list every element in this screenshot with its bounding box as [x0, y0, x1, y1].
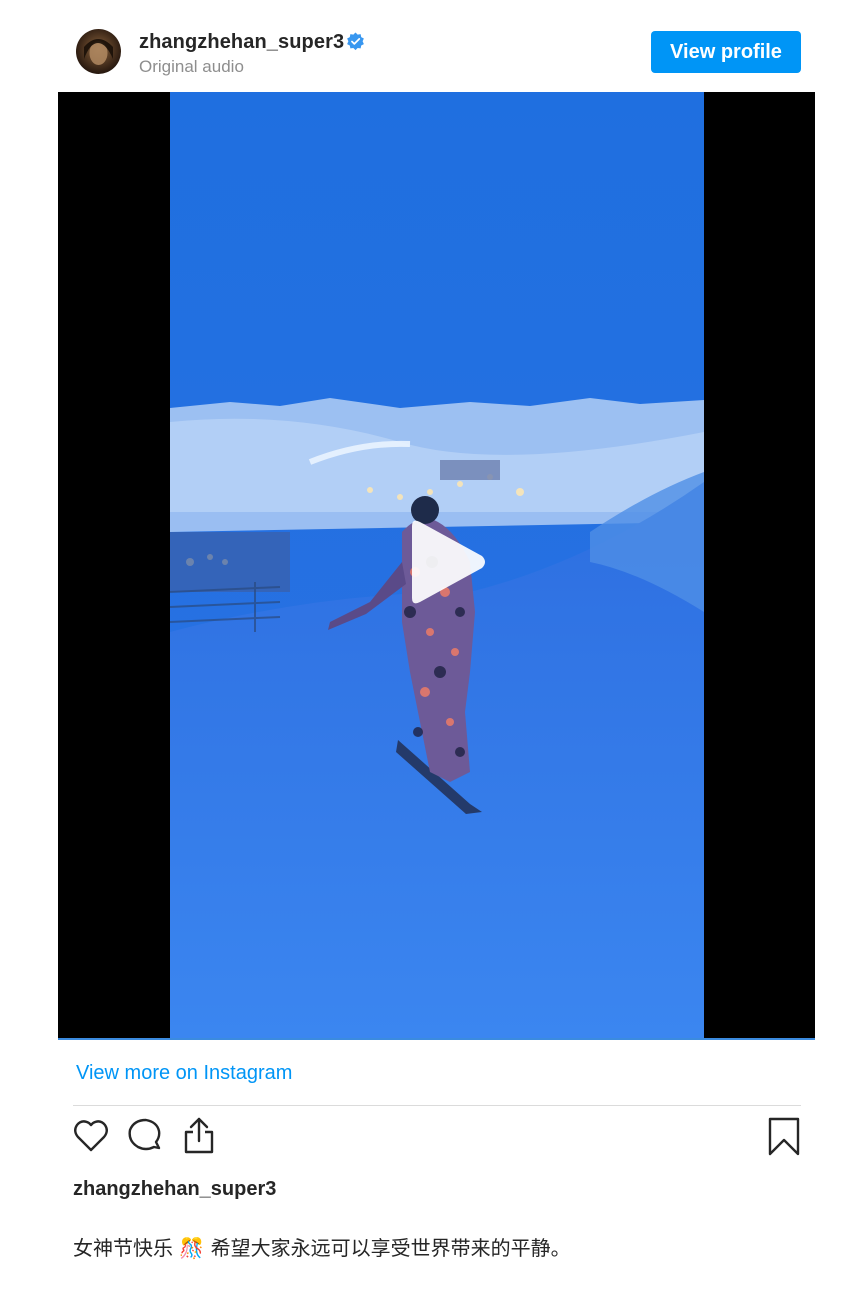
- view-profile-button[interactable]: View profile: [651, 31, 801, 73]
- verified-badge-icon: [346, 32, 365, 51]
- post-username[interactable]: zhangzhehan_super3: [139, 31, 344, 54]
- comment-icon[interactable]: [126, 1117, 164, 1155]
- view-more-link[interactable]: View more on Instagram: [76, 1062, 292, 1085]
- play-icon[interactable]: [392, 512, 492, 612]
- instagram-embed: zhangzhehan_super3 Original audio View p…: [58, 0, 815, 1314]
- bookmark-icon[interactable]: [767, 1117, 801, 1157]
- video-player[interactable]: [58, 92, 815, 1038]
- share-icon[interactable]: [180, 1115, 218, 1155]
- caption-part2: 希望大家永远可以享受世界带来的平静。: [210, 1236, 571, 1260]
- caption-text: 女神节快乐 🎊 希望大家永远可以享受世界带来的平静。: [73, 1232, 571, 1261]
- caption-username[interactable]: zhangzhehan_super3: [73, 1178, 276, 1201]
- avatar[interactable]: [76, 29, 121, 74]
- divider: [73, 1105, 801, 1106]
- video-progress-line: [58, 1038, 815, 1040]
- video-frame-image: [170, 92, 704, 1038]
- heart-icon[interactable]: [72, 1117, 110, 1155]
- post-header: zhangzhehan_super3 Original audio View p…: [58, 0, 815, 92]
- caption-part1: 女神节快乐: [73, 1236, 173, 1260]
- audio-label[interactable]: Original audio: [139, 57, 244, 77]
- party-popper-emoji: 🎊: [179, 1236, 205, 1260]
